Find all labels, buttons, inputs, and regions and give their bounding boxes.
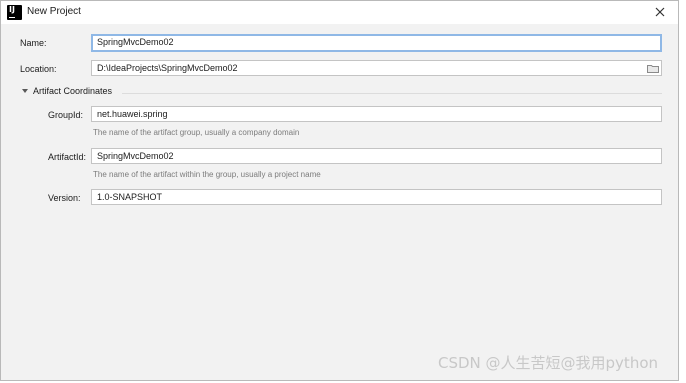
location-label: Location:	[20, 64, 57, 74]
version-field[interactable]: 1.0-SNAPSHOT	[91, 189, 662, 205]
group-id-label: GroupId:	[48, 110, 84, 120]
artifact-id-hint: The name of the artifact within the grou…	[93, 170, 321, 179]
name-field[interactable]: SpringMvcDemo02	[91, 34, 662, 52]
new-project-dialog: IJ New Project Name: SpringMvcDemo02 Loc…	[0, 0, 679, 381]
section-separator	[122, 93, 662, 94]
version-label: Version:	[48, 193, 81, 203]
folder-icon[interactable]	[647, 64, 659, 73]
app-icon-text: IJ	[9, 5, 15, 14]
close-button[interactable]	[653, 5, 667, 19]
close-icon	[655, 7, 665, 17]
triangle-down-icon	[22, 89, 28, 93]
dialog-content: Name: SpringMvcDemo02 Location: D:\IdeaP…	[1, 24, 678, 380]
artifact-id-label: ArtifactId:	[48, 152, 87, 162]
title-bar: IJ New Project	[1, 1, 678, 24]
name-label: Name:	[20, 38, 47, 48]
group-id-field[interactable]: net.huawei.spring	[91, 106, 662, 122]
csdn-watermark: CSDN @人生苦短@我用python	[438, 354, 659, 372]
intellij-app-icon: IJ	[7, 5, 22, 20]
location-field[interactable]: D:\IdeaProjects\SpringMvcDemo02	[91, 60, 662, 76]
group-id-hint: The name of the artifact group, usually …	[93, 128, 300, 137]
location-value: D:\IdeaProjects\SpringMvcDemo02	[97, 63, 238, 73]
artifact-coordinates-title: Artifact Coordinates	[33, 86, 113, 96]
window-title: New Project	[27, 6, 81, 17]
artifact-id-field[interactable]: SpringMvcDemo02	[91, 148, 662, 164]
